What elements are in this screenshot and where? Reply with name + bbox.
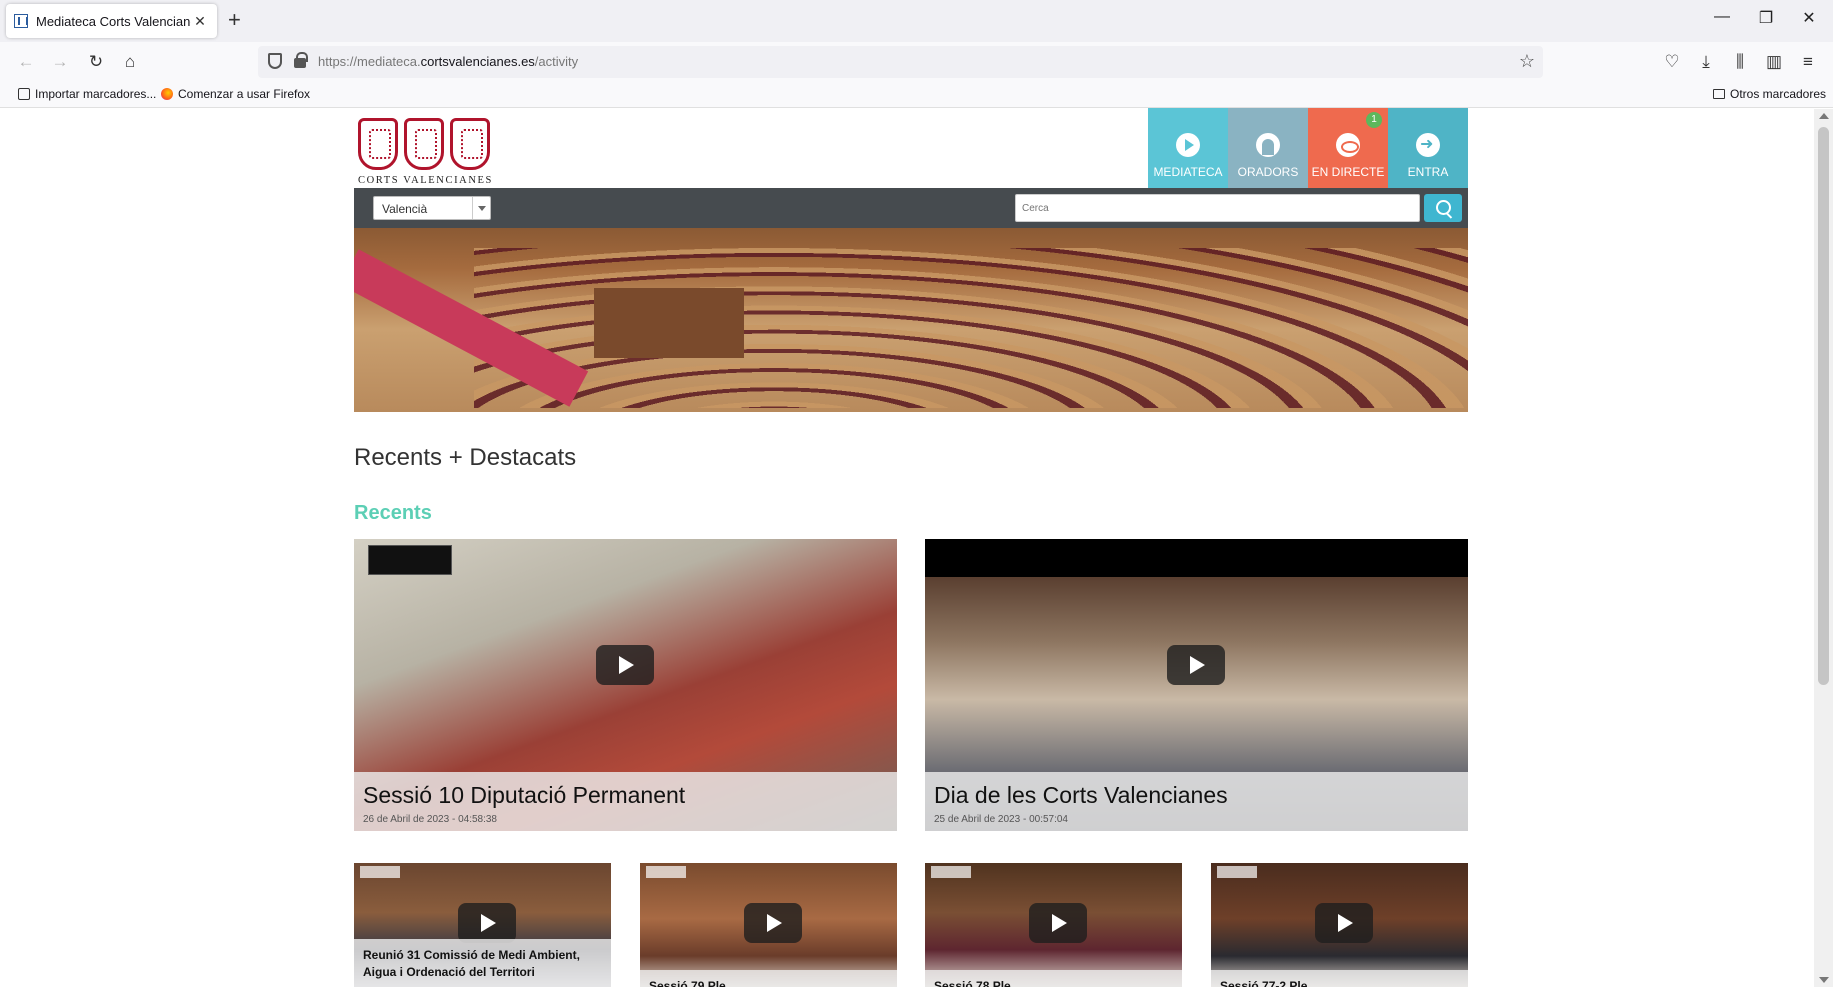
play-icon[interactable] xyxy=(596,645,654,685)
video-card[interactable]: Reunió 31 Comissió de Medi Ambient, Aigu… xyxy=(354,863,611,987)
video-title[interactable]: Sessió 79 Ple xyxy=(649,978,888,987)
nav-label: ENTRA xyxy=(1407,165,1449,179)
crest-icon xyxy=(450,118,490,170)
channel-logo xyxy=(931,866,971,878)
play-icon[interactable] xyxy=(1029,903,1087,943)
video-title[interactable]: Dia de les Corts Valencianes xyxy=(934,782,1459,809)
bookmark-firefox[interactable]: Comenzar a usar Firefox xyxy=(161,87,310,101)
top-navigation: MEDIATECA ORADORS 1 EN DIRECTE ENTRA xyxy=(1148,108,1468,188)
browser-tab-bar: Mediateca Corts Valencianes ✕ + — ❐ ✕ xyxy=(0,0,1833,42)
hero-desk xyxy=(594,288,744,358)
hero-image-parliament-hemicycle xyxy=(354,228,1468,412)
new-tab-icon[interactable]: + xyxy=(228,9,241,31)
scroll-down-icon[interactable] xyxy=(1819,977,1829,983)
site-favicon-icon xyxy=(14,14,28,28)
crest-icon xyxy=(404,118,444,170)
home-icon[interactable]: ⌂ xyxy=(118,50,142,74)
url-text[interactable]: https://mediateca.cortsvalencianes.es/ac… xyxy=(318,54,578,69)
nav-en-directe[interactable]: 1 EN DIRECTE xyxy=(1308,108,1388,188)
scroll-up-icon[interactable] xyxy=(1819,113,1829,119)
close-window-icon[interactable]: ✕ xyxy=(1794,8,1824,28)
video-caption: Reunió 31 Comissió de Medi Ambient, Aigu… xyxy=(354,939,611,987)
eye-icon xyxy=(1336,133,1360,157)
browser-nav-bar: ← → ↻ ⌂ https://mediateca.cortsvalencian… xyxy=(0,42,1833,82)
channel-logo xyxy=(360,866,400,878)
firefox-icon xyxy=(161,88,173,100)
video-card[interactable]: Sessió 77-2 Ple xyxy=(1211,863,1468,987)
nav-oradors[interactable]: ORADORS xyxy=(1228,108,1308,188)
headset-icon xyxy=(1256,133,1280,157)
video-card-featured[interactable]: Dia de les Corts Valencianes 25 de Abril… xyxy=(925,539,1468,831)
page-scrollbar[interactable] xyxy=(1814,109,1833,987)
logo-text: CORTS VALENCIANES xyxy=(358,175,493,186)
video-caption: Sessió 78 Ple xyxy=(925,970,1182,987)
nav-label: ORADORS xyxy=(1237,165,1299,179)
video-title[interactable]: Sessió 78 Ple xyxy=(934,978,1173,987)
tracking-shield-icon[interactable] xyxy=(268,53,282,69)
play-icon[interactable] xyxy=(744,903,802,943)
nav-entra[interactable]: ENTRA xyxy=(1388,108,1468,188)
section-title-recents: Recents xyxy=(354,502,432,524)
library-icon[interactable]: ⫼ xyxy=(1728,50,1752,74)
video-caption: Sessió 10 Diputació Permanent 26 de Abri… xyxy=(354,772,897,831)
restore-icon[interactable]: ❐ xyxy=(1751,8,1781,28)
video-date: 26 de Abril de 2023 - 04:58:38 xyxy=(363,814,497,825)
forward-icon[interactable]: → xyxy=(48,50,72,74)
minimize-icon[interactable]: — xyxy=(1707,8,1737,26)
play-icon[interactable] xyxy=(458,903,516,943)
channel-logo xyxy=(646,866,686,878)
play-icon[interactable] xyxy=(1167,645,1225,685)
nav-label: MEDIATECA xyxy=(1153,165,1223,179)
search-button[interactable] xyxy=(1424,194,1462,222)
chevron-down-icon[interactable] xyxy=(472,197,490,219)
play-circle-icon xyxy=(1176,133,1200,157)
login-arrow-icon xyxy=(1416,133,1440,157)
bookmarks-bar: Importar marcadores... Comenzar a usar F… xyxy=(0,82,1833,108)
language-value: Valencià xyxy=(382,202,428,216)
back-icon[interactable]: ← xyxy=(14,50,38,74)
tab-title: Mediateca Corts Valencianes xyxy=(36,13,191,29)
folder-icon xyxy=(1713,89,1725,99)
logo-crests xyxy=(358,118,494,170)
import-icon xyxy=(18,88,30,100)
video-title[interactable]: Sessió 77-2 Ple xyxy=(1220,978,1459,987)
close-tab-icon[interactable]: ✕ xyxy=(191,13,209,30)
nav-mediateca[interactable]: MEDIATECA xyxy=(1148,108,1228,188)
other-bookmarks[interactable]: Otros marcadores xyxy=(1713,87,1826,101)
pocket-icon[interactable]: ♡ xyxy=(1660,50,1684,74)
scrollbar-thumb[interactable] xyxy=(1818,127,1829,685)
bookmark-label: Importar marcadores... xyxy=(35,87,157,101)
corts-valencianes-logo[interactable]: CORTS VALENCIANES xyxy=(358,118,494,194)
video-card-featured[interactable]: Sessió 10 Diputació Permanent 26 de Abri… xyxy=(354,539,897,831)
bookmark-label: Comenzar a usar Firefox xyxy=(178,87,311,101)
search-input[interactable] xyxy=(1015,194,1420,222)
sidebar-icon[interactable]: ▥ xyxy=(1762,50,1786,74)
bookmark-import[interactable]: Importar marcadores... xyxy=(18,87,156,101)
menu-icon[interactable]: ≡ xyxy=(1796,50,1820,74)
address-bar[interactable]: https://mediateca.cortsvalencianes.es/ac… xyxy=(258,46,1543,78)
crest-icon xyxy=(358,118,398,170)
channel-logo xyxy=(368,545,452,575)
nav-label: EN DIRECTE xyxy=(1311,165,1385,179)
downloads-icon[interactable]: ⤓ xyxy=(1694,50,1718,74)
play-icon[interactable] xyxy=(1315,903,1373,943)
other-bookmarks-label: Otros marcadores xyxy=(1730,87,1827,101)
bookmark-star-icon[interactable]: ☆ xyxy=(1519,51,1535,72)
browser-tab[interactable]: Mediateca Corts Valencianes ✕ xyxy=(6,4,217,38)
language-select[interactable]: Valencià xyxy=(373,196,491,220)
reload-icon[interactable]: ↻ xyxy=(84,50,108,74)
video-title[interactable]: Sessió 10 Diputació Permanent xyxy=(363,782,888,809)
video-card[interactable]: Sessió 79 Ple xyxy=(640,863,897,987)
search-bar: Valencià xyxy=(354,188,1468,228)
channel-logo xyxy=(1217,866,1257,878)
video-card[interactable]: Sessió 78 Ple xyxy=(925,863,1182,987)
video-caption: Dia de les Corts Valencianes 25 de Abril… xyxy=(925,772,1468,831)
live-count-badge: 1 xyxy=(1366,112,1382,128)
video-date: 25 de Abril de 2023 - 00:57:04 xyxy=(934,814,1068,825)
video-caption: Sessió 77-2 Ple xyxy=(1211,970,1468,987)
page-title: Recents + Destacats xyxy=(354,444,577,471)
video-caption: Sessió 79 Ple xyxy=(640,970,897,987)
video-title[interactable]: Reunió 31 Comissió de Medi Ambient, Aigu… xyxy=(363,947,602,981)
lock-icon[interactable] xyxy=(294,52,308,68)
